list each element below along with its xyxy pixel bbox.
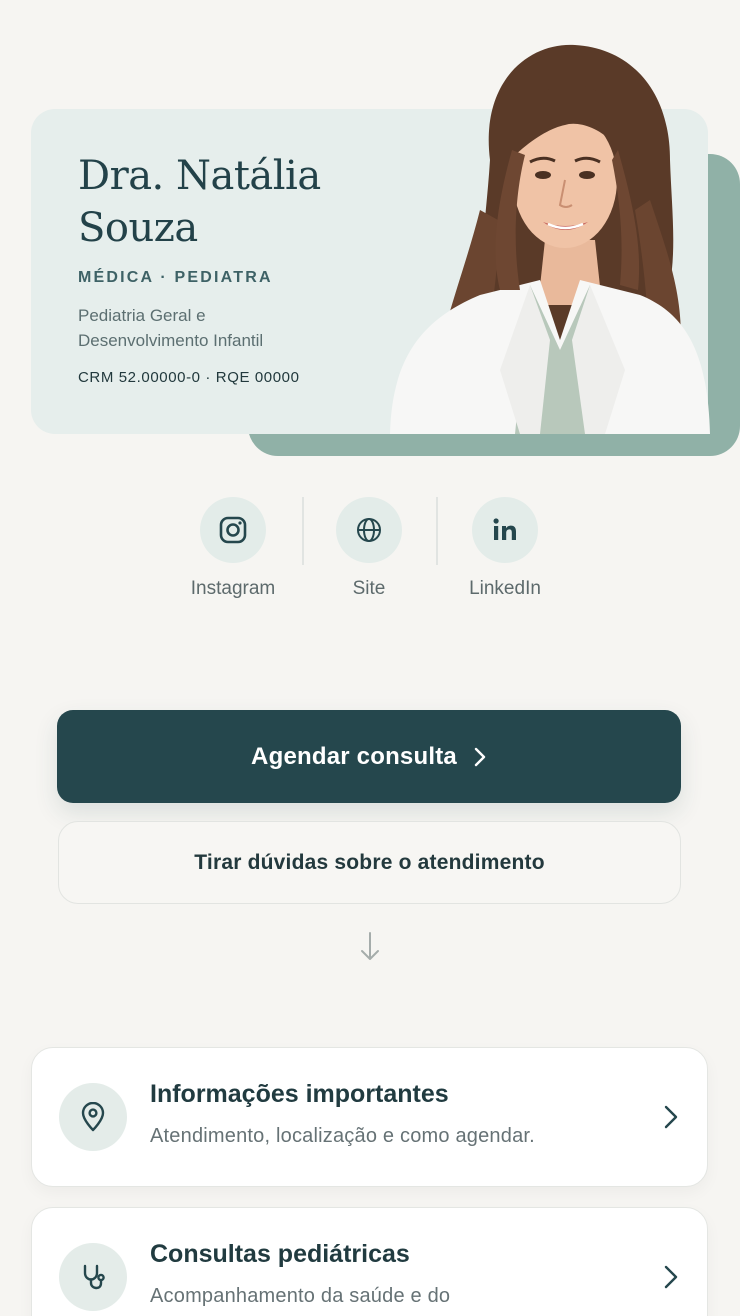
- arrow-down-icon: [359, 931, 381, 968]
- stethoscope-icon: [83, 1264, 105, 1290]
- important-info-card[interactable]: Informações importantes Atendimento, loc…: [31, 1047, 708, 1187]
- icon-circle: [59, 1083, 127, 1151]
- site-link[interactable]: Site: [301, 497, 437, 600]
- linkedin-circle: [472, 497, 538, 563]
- linkedin-icon: [493, 518, 516, 540]
- doctor-name-line1: Dra. Natália: [78, 153, 321, 199]
- specialty-line2: Desenvolvimento Infantil: [78, 331, 264, 350]
- specialty-line1: Pediatria Geral e: [78, 306, 206, 325]
- icon-circle: [59, 1243, 127, 1311]
- globe-icon: [357, 518, 381, 542]
- card-subtitle: Atendimento, localização e como agendar.: [150, 1125, 535, 1147]
- doctor-name: Dra. Natália Souza: [78, 150, 398, 254]
- doctor-registration: CRM 52.00000-0 · RQE 00000: [78, 369, 300, 386]
- site-circle: [336, 497, 402, 563]
- card-title: Informações importantes: [150, 1080, 449, 1108]
- instagram-circle: [200, 497, 266, 563]
- social-links: Instagram Site LinkedIn: [0, 497, 740, 617]
- location-pin-icon: [81, 1102, 105, 1132]
- chevron-right-icon: [473, 746, 487, 768]
- pediatric-consultations-card[interactable]: Consultas pediátricas Acompanhamento da …: [31, 1207, 708, 1316]
- doctor-specialty: Pediatria Geral e Desenvolvimento Infant…: [78, 303, 338, 353]
- schedule-appointment-button[interactable]: Agendar consulta: [57, 710, 681, 803]
- chevron-right-icon: [663, 1104, 679, 1135]
- doctor-role: MÉDICA · PEDIATRA: [78, 269, 273, 286]
- instagram-icon: [219, 516, 247, 544]
- doctor-portrait: [380, 40, 710, 434]
- instagram-label: Instagram: [190, 578, 276, 599]
- card-subtitle: Acompanhamento da saúde e do: [150, 1285, 451, 1307]
- chevron-right-icon: [663, 1264, 679, 1295]
- ask-questions-button[interactable]: Tirar dúvidas sobre o atendimento: [58, 821, 681, 904]
- doctor-name-line2: Souza: [78, 205, 198, 251]
- card-title: Consultas pediátricas: [150, 1240, 410, 1268]
- site-label: Site: [352, 578, 386, 599]
- linkedin-label: LinkedIn: [469, 578, 541, 599]
- linkedin-link[interactable]: LinkedIn: [437, 497, 573, 600]
- instagram-link[interactable]: Instagram: [165, 497, 301, 600]
- ask-questions-label: Tirar dúvidas sobre o atendimento: [194, 850, 545, 874]
- schedule-appointment-label: Agendar consulta: [251, 742, 457, 770]
